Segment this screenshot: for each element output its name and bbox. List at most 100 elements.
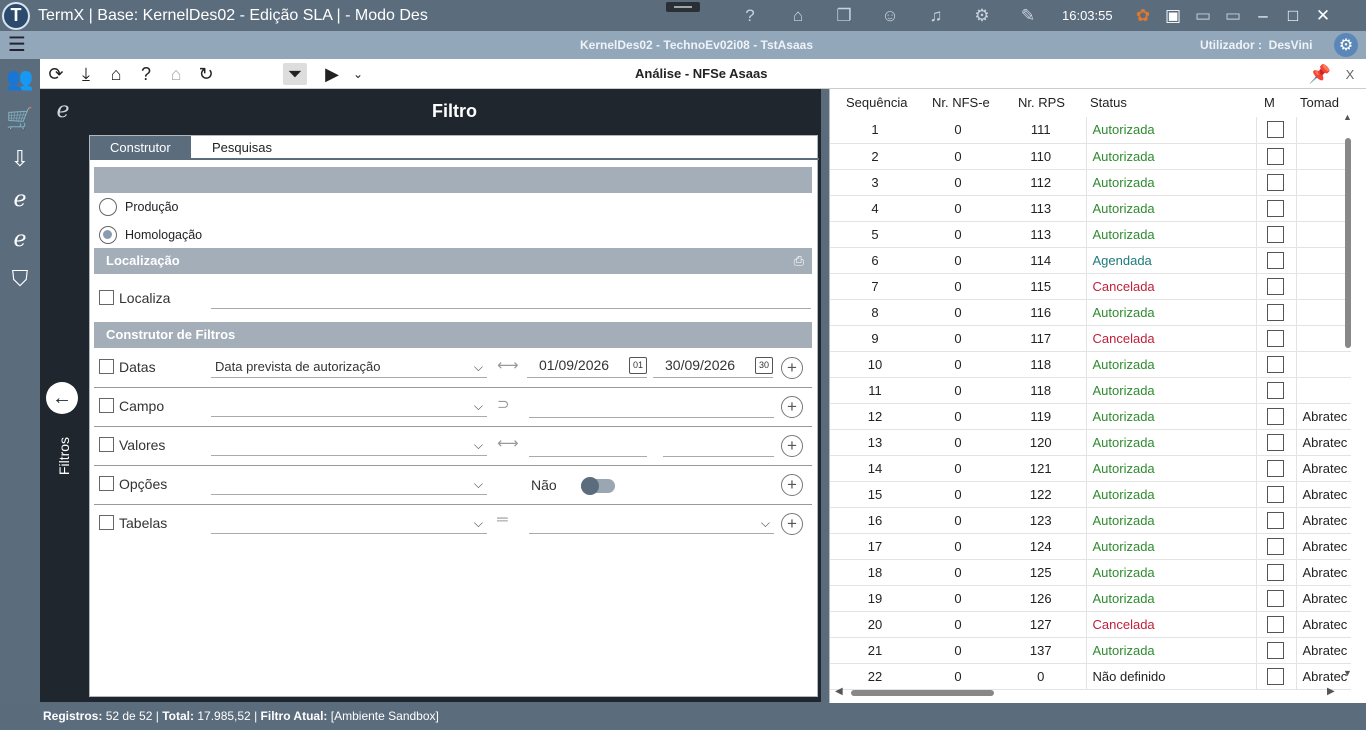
campo-value-input[interactable] bbox=[529, 417, 774, 418]
localiza-input[interactable] bbox=[211, 308, 811, 309]
table-row[interactable]: 8 0 116 Autorizada bbox=[830, 299, 1351, 326]
calendar-icon[interactable]: 01 bbox=[629, 357, 647, 374]
row-checkbox[interactable] bbox=[1266, 433, 1284, 451]
table-row[interactable]: 20 0 127 Cancelada Abratec bbox=[830, 611, 1351, 638]
add-tabelas-button[interactable]: + bbox=[781, 513, 803, 535]
home-bank-icon[interactable]: ⌂ bbox=[104, 63, 128, 85]
cart-icon[interactable]: 🛒 bbox=[0, 99, 40, 139]
opcoes-checkbox[interactable] bbox=[99, 476, 114, 491]
run-dropdown-icon[interactable]: ⌄ bbox=[346, 63, 370, 85]
filters-vertical-label[interactable]: Filtros bbox=[49, 431, 79, 481]
opcoes-select[interactable]: ⌵ bbox=[211, 473, 487, 495]
refresh-icon[interactable]: ⟳ bbox=[44, 63, 68, 85]
row-checkbox[interactable] bbox=[1266, 303, 1284, 321]
scroll-up-icon[interactable]: ▲ bbox=[1343, 112, 1352, 122]
add-datas-button[interactable]: + bbox=[781, 357, 803, 379]
vertical-scrollbar[interactable]: ▲ ▼ bbox=[1342, 112, 1354, 686]
horizontal-scrollbar[interactable]: ◀ ▶ bbox=[833, 686, 1338, 699]
table-row[interactable]: 9 0 117 Cancelada bbox=[830, 325, 1351, 352]
col-sequencia[interactable]: Sequência bbox=[846, 95, 907, 110]
table-row[interactable]: 2 0 110 Autorizada bbox=[830, 143, 1351, 170]
table-row[interactable]: 6 0 114 Agendada bbox=[830, 247, 1351, 274]
tab-pesquisas[interactable]: Pesquisas bbox=[192, 136, 292, 160]
col-nr-nfse[interactable]: Nr. NFS-e bbox=[932, 95, 990, 110]
campo-checkbox[interactable] bbox=[99, 398, 114, 413]
valores-checkbox[interactable] bbox=[99, 437, 114, 452]
scroll-left-icon[interactable]: ◀ bbox=[835, 686, 843, 697]
radio-homologacao[interactable]: Homologação bbox=[99, 226, 202, 244]
row-checkbox[interactable] bbox=[1266, 615, 1284, 633]
window-grip-handle[interactable] bbox=[666, 2, 700, 12]
col-tomador[interactable]: Tomad bbox=[1300, 95, 1339, 110]
tabelas-value-select[interactable]: ⌵ bbox=[529, 512, 774, 534]
windows-icon[interactable]: ❐ bbox=[829, 0, 859, 31]
config-gear-icon[interactable]: ⚙ bbox=[1334, 33, 1358, 57]
calendar-icon[interactable]: 30 bbox=[755, 357, 773, 374]
table-row[interactable]: 12 0 119 Autorizada Abratec bbox=[830, 403, 1351, 430]
table-row[interactable]: 16 0 123 Autorizada Abratec bbox=[830, 507, 1351, 534]
row-checkbox[interactable] bbox=[1266, 381, 1284, 399]
help-icon[interactable]: ? bbox=[735, 0, 765, 31]
back-arrow-icon[interactable]: ← bbox=[46, 382, 78, 414]
table-row[interactable]: 18 0 125 Autorizada Abratec bbox=[830, 559, 1351, 586]
row-checkbox[interactable] bbox=[1266, 485, 1284, 503]
row-checkbox[interactable] bbox=[1266, 121, 1284, 139]
camera-icon[interactable]: ▣ bbox=[1158, 0, 1188, 31]
table-row[interactable]: 3 0 112 Autorizada bbox=[830, 169, 1351, 196]
datas-checkbox[interactable] bbox=[99, 359, 114, 374]
table-row[interactable]: 22 0 0 Não definido Abratec bbox=[830, 663, 1351, 690]
row-checkbox[interactable] bbox=[1266, 589, 1284, 607]
bank-icon[interactable]: ⌂ bbox=[783, 0, 813, 31]
radio-button[interactable] bbox=[99, 198, 117, 216]
user-icon[interactable]: ☺ bbox=[875, 0, 905, 31]
brazil-map-icon[interactable]: ℯ bbox=[0, 219, 40, 259]
row-checkbox[interactable] bbox=[1266, 251, 1284, 269]
col-m[interactable]: M bbox=[1264, 95, 1275, 110]
add-campo-button[interactable]: + bbox=[781, 396, 803, 418]
row-checkbox[interactable] bbox=[1266, 537, 1284, 555]
table-row[interactable]: 15 0 122 Autorizada Abratec bbox=[830, 481, 1351, 508]
chat-icon[interactable]: ✎ bbox=[1013, 0, 1043, 31]
download-icon[interactable]: ⤓ bbox=[74, 63, 98, 85]
table-row[interactable]: 13 0 120 Autorizada Abratec bbox=[830, 429, 1351, 456]
scroll-thumb[interactable] bbox=[1345, 138, 1351, 348]
table-row[interactable]: 11 0 118 Autorizada bbox=[830, 377, 1351, 404]
reload-icon[interactable]: ↻ bbox=[194, 63, 218, 85]
monitor-small-icon[interactable]: ▭ bbox=[1188, 0, 1218, 31]
opcoes-toggle[interactable] bbox=[581, 477, 615, 495]
table-row[interactable]: 19 0 126 Autorizada Abratec bbox=[830, 585, 1351, 612]
table-row[interactable]: 10 0 118 Autorizada bbox=[830, 351, 1351, 378]
add-valores-button[interactable]: + bbox=[781, 435, 803, 457]
table-row[interactable]: 1 0 111 Autorizada bbox=[830, 117, 1351, 144]
campo-select[interactable]: ⌵ bbox=[211, 395, 487, 417]
run-icon[interactable]: ▶ bbox=[320, 63, 344, 85]
help-icon[interactable]: ? bbox=[134, 63, 158, 85]
filter-icon[interactable]: ⏷ bbox=[283, 63, 307, 85]
table-row[interactable]: 14 0 121 Autorizada Abratec bbox=[830, 455, 1351, 482]
close-doc-button[interactable]: X bbox=[1338, 63, 1362, 85]
row-checkbox[interactable] bbox=[1266, 407, 1284, 425]
row-checkbox[interactable] bbox=[1266, 199, 1284, 217]
brazil-map-icon[interactable]: ℯ bbox=[0, 179, 40, 219]
monitor-icon[interactable]: ▭ bbox=[1218, 0, 1248, 31]
scroll-thumb[interactable] bbox=[851, 690, 994, 696]
col-nr-rps[interactable]: Nr. RPS bbox=[1018, 95, 1065, 110]
row-checkbox[interactable] bbox=[1266, 511, 1284, 529]
tabelas-checkbox[interactable] bbox=[99, 515, 114, 530]
table-row[interactable]: 7 0 115 Cancelada bbox=[830, 273, 1351, 300]
users-icon[interactable]: 👥 bbox=[0, 59, 40, 99]
row-checkbox[interactable] bbox=[1266, 563, 1284, 581]
cart-add-icon[interactable]: ⇩ bbox=[0, 139, 40, 179]
date-to-field[interactable]: 30/09/2026 30 bbox=[653, 354, 773, 378]
row-checkbox[interactable] bbox=[1266, 667, 1284, 685]
row-checkbox[interactable] bbox=[1266, 277, 1284, 295]
operator-icon[interactable]: ⊃ bbox=[497, 395, 510, 413]
bell-icon[interactable]: ♫ bbox=[921, 0, 951, 31]
row-checkbox[interactable] bbox=[1266, 173, 1284, 191]
row-checkbox[interactable] bbox=[1266, 459, 1284, 477]
valores-select[interactable]: ⌵ bbox=[211, 434, 487, 456]
date-from-field[interactable]: 01/09/2026 01 bbox=[527, 354, 647, 378]
maximize-icon[interactable]: □ bbox=[1278, 0, 1308, 31]
table-row[interactable]: 5 0 113 Autorizada bbox=[830, 221, 1351, 248]
table-row[interactable]: 21 0 137 Autorizada Abratec bbox=[830, 637, 1351, 664]
